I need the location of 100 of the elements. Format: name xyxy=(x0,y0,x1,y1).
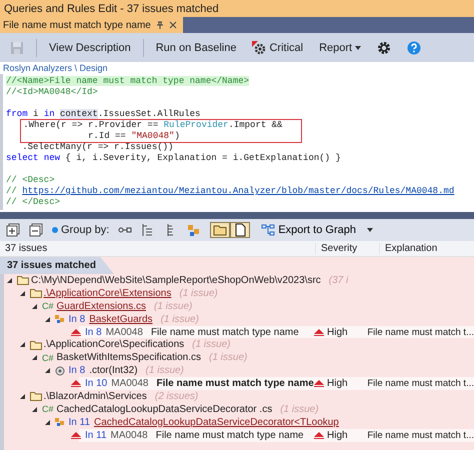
line-number: In 10 xyxy=(85,378,108,390)
toolbar-button[interactable]: View Description xyxy=(45,40,135,56)
info-icon xyxy=(52,227,58,233)
expander-icon[interactable] xyxy=(44,368,50,374)
issue-count: (1 issue) xyxy=(209,352,248,364)
gear-flag-icon xyxy=(252,40,266,54)
expander-icon[interactable] xyxy=(20,290,24,296)
issue-count: (1 issue) xyxy=(160,314,199,325)
csharp-icon: C# xyxy=(42,301,54,312)
folder-icon xyxy=(30,288,42,298)
tree-node[interactable]: C# GuardExtensions.cs (1 issue) xyxy=(4,300,474,313)
issue-title: File name must match type name xyxy=(150,326,299,338)
node-link[interactable]: BasketGuards xyxy=(89,314,153,325)
node-link[interactable]: .\ApplicationCore\Extensions xyxy=(44,288,172,299)
document-tab[interactable]: File name must match type name xyxy=(0,17,183,33)
column-header[interactable]: Explanation xyxy=(379,243,474,254)
rule-id: MA0048 xyxy=(106,326,143,338)
severity-icon xyxy=(314,328,324,336)
expander-icon[interactable] xyxy=(44,420,50,425)
tab-label: File name must match type name xyxy=(3,20,151,30)
code-line: r.Id == "MA0048") xyxy=(87,131,180,141)
type-icon[interactable] xyxy=(187,223,202,237)
code-comment: // xyxy=(6,186,18,196)
class-icon xyxy=(54,417,66,428)
severity-text: High xyxy=(327,378,348,390)
rule-id: MA0048 xyxy=(110,430,148,441)
export-button[interactable]: Export to Graph xyxy=(259,223,358,237)
severity-icon xyxy=(71,432,81,439)
severity-icon xyxy=(71,328,81,336)
line-number: In 8 xyxy=(68,365,86,376)
expander-icon[interactable] xyxy=(32,406,37,412)
node-label: C:\My\NDepend\WebSite\SampleReport\eShopOnWeb\v2023\src xyxy=(31,274,321,286)
issue-count: (37 i xyxy=(328,274,348,286)
expander-icon[interactable] xyxy=(44,316,50,322)
issue-count: (1 issue) xyxy=(280,404,319,415)
file-toggle[interactable] xyxy=(230,222,250,238)
rule-id: MA0048 xyxy=(111,378,148,390)
tree-node[interactable]: In 8 BasketGuards (1 issue) xyxy=(4,312,474,326)
window-title: Queries and Rules Edit - 37 issues matched xyxy=(4,2,219,14)
tree-node[interactable]: C:\My\NDepend\WebSite\SampleReport\eShopOnWeb\v2023\src (37 i xyxy=(4,274,474,287)
group-by-label: Group by: xyxy=(61,224,110,236)
explanation-text: File name must match t... xyxy=(367,378,474,390)
results-tab[interactable]: 37 issues matched xyxy=(0,257,114,274)
expander-icon[interactable] xyxy=(7,278,12,283)
close-icon[interactable] xyxy=(168,21,177,29)
method-icon xyxy=(54,366,66,376)
settings-icon xyxy=(377,40,392,54)
tree-node[interactable]: .\BlazorAdmin\Services (2 issues) xyxy=(4,390,474,403)
explanation-text: File name must match t... xyxy=(367,430,474,441)
tree-node[interactable]: In 8 .ctor(Int32) (1 issue) xyxy=(4,364,474,378)
severity-text: High xyxy=(327,326,348,338)
code-line: //<Id>MA0048</Id> xyxy=(6,87,98,97)
severity-text: High xyxy=(327,430,348,441)
line-number: In 11 xyxy=(85,430,106,441)
expand-all-icon[interactable] xyxy=(6,223,20,237)
code-line: from i in context.IssuesSet.AllRules xyxy=(6,109,200,119)
column-header[interactable]: Severity xyxy=(315,243,379,254)
class-icon xyxy=(54,314,66,324)
tree-node[interactable]: C# BasketWithItemsSpecification.cs (1 issue) xyxy=(4,351,474,364)
help-icon xyxy=(407,40,422,54)
node-link[interactable]: GuardExtensions.cs xyxy=(56,300,146,312)
save-icon xyxy=(10,40,24,54)
column-header[interactable]: 37 issues xyxy=(0,243,315,254)
node-link[interactable]: CachedCatalogLookupDataServiceDecorator<TLookup xyxy=(94,416,339,428)
code-line: .SelectMany(r => r.Issues()) xyxy=(21,142,174,152)
issue-count: (1 issue) xyxy=(154,300,192,312)
line-number: In 11 xyxy=(68,416,90,428)
breadcrumb-path[interactable]: Roslyn Analyzers \ Design xyxy=(3,63,108,73)
node-label: CachedCatalogLookupDataServiceDecorator .cs xyxy=(56,404,272,415)
pin-icon[interactable] xyxy=(156,21,164,29)
folder-toggle[interactable] xyxy=(210,222,230,238)
toolbar-button[interactable]: Run on Baseline xyxy=(152,40,240,56)
code-line: // </Desc> xyxy=(6,197,60,207)
expander-icon[interactable] xyxy=(20,342,24,348)
severity-icon xyxy=(314,380,324,388)
node-label: BasketWithItemsSpecification.cs xyxy=(56,352,202,364)
severity-icon xyxy=(314,432,324,439)
tree-node[interactable]: In 11 CachedCatalogLookupDataServiceDecorator<TLookup xyxy=(4,416,474,429)
line-number: In 8 xyxy=(85,326,102,338)
caret-icon[interactable] xyxy=(366,228,373,232)
collapse-all-icon[interactable] xyxy=(29,223,43,237)
severity-icon xyxy=(71,380,81,388)
expander-icon[interactable] xyxy=(32,304,37,309)
expander-icon[interactable] xyxy=(32,355,37,360)
critical-button[interactable]: Critical xyxy=(248,38,308,56)
explanation-text: File name must match t... xyxy=(367,326,474,338)
code-link[interactable]: https://github.com/meziantou/Meziantou.Analyzer/blob/master/docs/Rules/MA0048.md xyxy=(22,186,454,196)
issue-count: (2 issues) xyxy=(154,390,198,402)
issue-title: File name must match type name xyxy=(156,378,314,390)
tree-node[interactable]: C# CachedCatalogLookupDataServiceDecorator .cs (1 issue) xyxy=(4,402,474,416)
issue-count: (1 issue) xyxy=(192,339,230,350)
node-label: .\ApplicationCore\Specifications xyxy=(44,339,184,350)
expander-icon[interactable] xyxy=(20,394,24,399)
tree-node[interactable]: .\ApplicationCore\Extensions (1 issue) xyxy=(4,286,474,300)
tree-node[interactable]: .\ApplicationCore\Specifications (1 issue) xyxy=(4,338,474,352)
issue-count: (1 issue) xyxy=(146,365,184,376)
code-line: // <Desc> xyxy=(6,175,55,185)
report-dropdown[interactable]: Report xyxy=(315,40,366,56)
caret-icon xyxy=(355,46,362,50)
csharp-icon: C# xyxy=(42,352,54,363)
